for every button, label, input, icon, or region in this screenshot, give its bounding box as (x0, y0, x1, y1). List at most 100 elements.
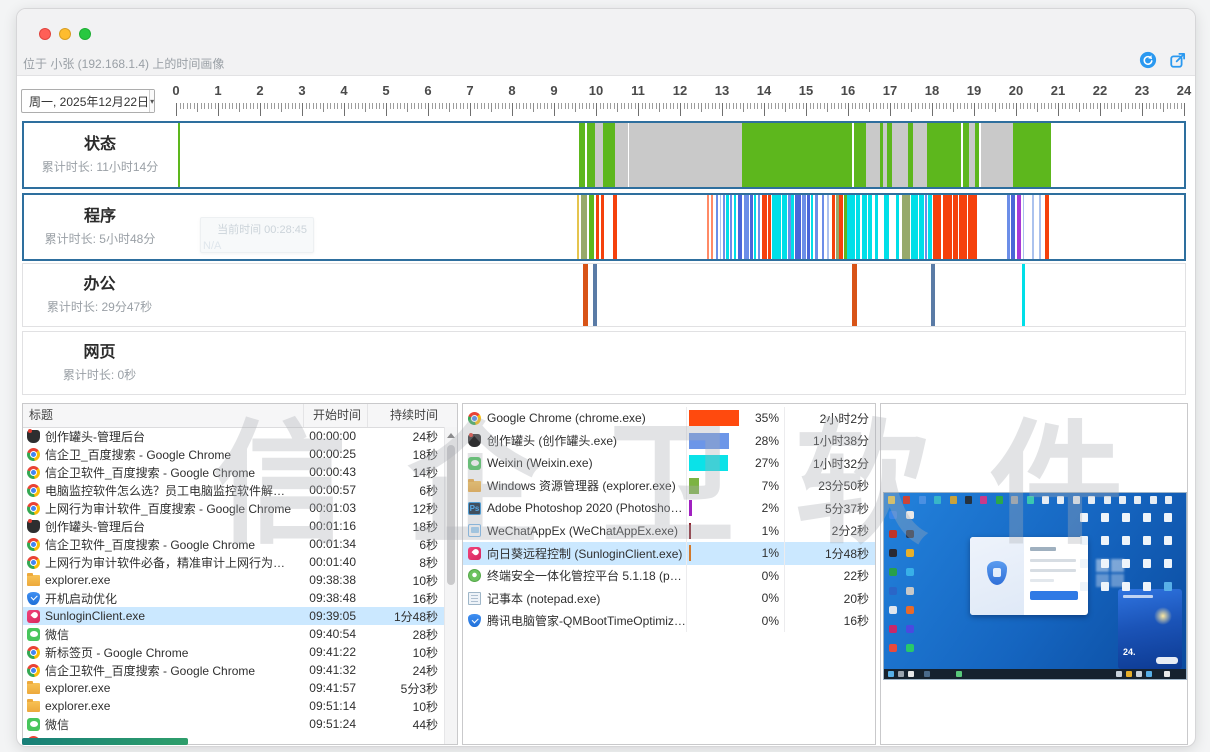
thumbnail-desktop-icon (1104, 496, 1111, 504)
table-row[interactable]: 信企卫软件_百度搜索 - Google Chrome00:00:4314秒 (23, 463, 444, 481)
thumbnail-desktop-icon (950, 496, 957, 504)
activity-bar (807, 195, 810, 259)
table-row[interactable]: 信企卫软件_百度搜索 - Google Chrome09:41:3224秒 (23, 661, 444, 679)
program-row[interactable]: Windows 资源管理器 (explorer.exe)7%23分50秒 (463, 475, 875, 498)
table-row[interactable]: 电脑监控软件怎么选？员工电脑监控软件解析，202...00:00:576秒 (23, 481, 444, 499)
column-title[interactable]: 标题 (23, 404, 304, 427)
activity-bar (581, 195, 588, 259)
thumbnail-desktop-icon (1143, 513, 1151, 522)
thumbnail-desktop-icon (1164, 513, 1172, 522)
usage-bar (689, 523, 691, 539)
office-track[interactable] (176, 264, 1185, 326)
scroll-up-button[interactable] (445, 429, 457, 441)
table-row[interactable]: 微信09:51:2444秒 (23, 715, 444, 733)
status-segment (927, 123, 961, 187)
chevron-down-icon: ▾ (149, 90, 154, 112)
thumbnail-taskbar-icon (898, 671, 904, 677)
row-title: 程序 (24, 207, 176, 227)
column-duration[interactable]: 持续时间 (368, 404, 444, 427)
refresh-button[interactable] (1139, 51, 1157, 69)
canhead-icon (27, 430, 40, 443)
table-row[interactable]: 新标签页 - Google Chrome09:41:2210秒 (23, 643, 444, 661)
table-scrollbar[interactable] (444, 427, 457, 744)
table-row[interactable]: 开机启动优化09:38:4816秒 (23, 589, 444, 607)
chrome-icon (27, 556, 40, 569)
program-row[interactable]: 腾讯电脑管家-QMBootTimeOptimizer (Q...0%16秒 (463, 610, 875, 633)
thumbnail-taskbar-icon (1126, 671, 1132, 677)
chrome-icon (27, 448, 40, 461)
activity-bar (847, 195, 855, 259)
minimize-button[interactable] (59, 28, 71, 40)
date-picker[interactable]: 周一, 2025年12月22日 ▾ (21, 89, 155, 113)
tooltip-time: 当前时间 00:28:45 (207, 221, 307, 237)
thumbnail-desktop-icon (1134, 496, 1141, 504)
table-row[interactable]: 创作罐头-管理后台00:01:1618秒 (23, 517, 444, 535)
close-button[interactable] (39, 28, 51, 40)
chrome-icon (27, 646, 40, 659)
desktop-thumbnail[interactable]: 24. (883, 492, 1187, 680)
program-row[interactable]: 向日葵远程控制 (SunloginClient.exe)1%1分48秒 (463, 542, 875, 565)
table-row[interactable]: SunloginClient.exe09:39:051分48秒 (23, 607, 444, 625)
table-row[interactable]: 信企卫软件_百度搜索 - Google Chrome00:01:346秒 (23, 535, 444, 553)
table-body: 创作罐头-管理后台00:00:0024秒信企卫_百度搜索 - Google Ch… (23, 427, 444, 744)
thumbnail-desktop-icon (1027, 496, 1034, 504)
programs-track[interactable] (176, 195, 1184, 259)
thumbnail-desktop-icon (1101, 582, 1109, 591)
thumbnail-desktop-icon (889, 644, 897, 652)
ps-icon: Ps (468, 502, 481, 515)
export-button[interactable] (1169, 51, 1187, 69)
timeline-row-programs: 程序 累计时长: 5小时48分 当前时间 00:28:45 N/A (22, 193, 1186, 261)
scroll-thumb[interactable] (447, 445, 455, 585)
table-row[interactable]: 上网行为审计软件必备，精准审计上网行为，提升...00:01:408秒 (23, 553, 444, 571)
activity-bar (1045, 195, 1049, 259)
activity-bar (734, 195, 736, 259)
bottom-strip (22, 738, 188, 745)
table-row[interactable]: 信企卫_百度搜索 - Google Chrome00:00:2518秒 (23, 445, 444, 463)
program-row[interactable]: 终端安全一体化管控平台 5.1.18 (p2console...0%22秒 (463, 565, 875, 588)
activity-bar (815, 195, 818, 259)
table-row[interactable]: explorer.exe09:41:575分3秒 (23, 679, 444, 697)
program-row[interactable]: PsAdobe Photoshop 2020 (Photoshop.exe)2%… (463, 497, 875, 520)
thumbnail-desktop-icon (996, 496, 1003, 504)
chrome-icon (27, 484, 40, 497)
program-row[interactable]: Google Chrome (chrome.exe)35%2小时2分 (463, 407, 875, 430)
column-start-time[interactable]: 开始时间 (304, 404, 368, 427)
thumbnail-desktop-icon (1080, 559, 1088, 568)
activity-bar (925, 195, 927, 259)
table-row[interactable]: explorer.exe09:51:1410秒 (23, 697, 444, 715)
program-row[interactable]: Weixin (Weixin.exe)27%1小时32分 (463, 452, 875, 475)
thumbnail-taskbar-icon (908, 671, 914, 677)
thumbnail-taskbar-icon (1164, 671, 1170, 677)
chrome-icon (27, 538, 40, 551)
table-row[interactable]: 微信09:40:5428秒 (23, 625, 444, 643)
row-total-duration: 累计时长: 29分47秒 (23, 298, 176, 315)
activity-bar (884, 195, 889, 259)
status-segment (975, 123, 979, 187)
table-row[interactable]: explorer.exe09:38:3810秒 (23, 571, 444, 589)
program-row[interactable]: 创作罐头 (创作罐头.exe)28%1小时38分 (463, 430, 875, 453)
row-total-duration: 累计时长: 5小时48分 (24, 230, 176, 247)
maximize-button[interactable] (79, 28, 91, 40)
activity-bar (953, 195, 958, 259)
ruler-ticks (176, 103, 1190, 119)
status-segment (866, 123, 879, 187)
program-row[interactable]: WeChatAppEx (WeChatAppEx.exe)1%2分2秒 (463, 520, 875, 543)
activity-bar (583, 264, 588, 326)
thumbnail-desktop-icon (1164, 582, 1172, 591)
activity-bar (868, 195, 871, 259)
table-row[interactable]: 创作罐头-管理后台00:00:0024秒 (23, 427, 444, 445)
thumbnail-desktop-icon (889, 606, 897, 614)
thumbnail-desktop-icon (889, 587, 897, 595)
activity-bar (911, 195, 915, 259)
activity-bar (601, 195, 604, 259)
activity-bar (1017, 195, 1021, 259)
web-track[interactable] (176, 332, 1185, 394)
sunlogin-icon (468, 547, 481, 560)
canhead-icon (27, 520, 40, 533)
thumbnail-desktop-icon (980, 496, 987, 504)
folder-icon (27, 683, 40, 694)
program-row[interactable]: 记事本 (notepad.exe)0%20秒 (463, 587, 875, 610)
status-segment (629, 123, 743, 187)
table-row[interactable]: 上网行为审计软件_百度搜索 - Google Chrome00:01:0312秒 (23, 499, 444, 517)
status-track[interactable] (176, 123, 1184, 187)
